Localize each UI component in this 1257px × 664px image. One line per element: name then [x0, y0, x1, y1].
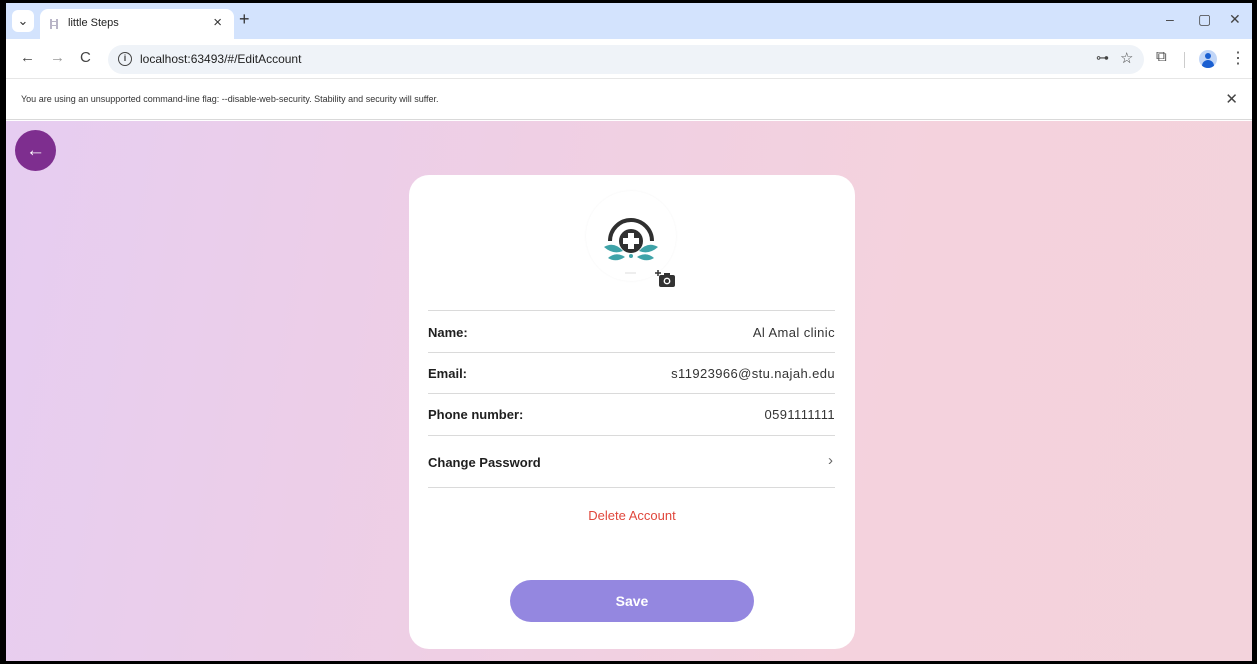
edit-account-card: Name: Al Amal clinic Email: s11923966@st…: [409, 175, 855, 649]
close-window-button[interactable]: ✕: [1229, 11, 1241, 28]
browser-menu-icon[interactable]: ⋮: [1230, 48, 1246, 68]
clinic-logo-icon: [604, 218, 658, 274]
address-bar[interactable]: i localhost:63493/#/EditAccount ⊶ ☆: [108, 45, 1144, 74]
new-tab-button[interactable]: +: [239, 9, 250, 30]
back-nav-icon[interactable]: ←: [20, 49, 35, 66]
divider: [428, 487, 835, 488]
chevron-right-icon[interactable]: ›: [828, 452, 833, 469]
divider: [428, 310, 835, 311]
browser-toolbar: ← → C i localhost:63493/#/EditAccount ⊶ …: [6, 39, 1252, 79]
close-infobar-icon[interactable]: ✕: [1225, 90, 1238, 108]
favicon-icon: [50, 19, 58, 29]
toolbar-divider: [1184, 52, 1185, 68]
infobar-message: You are using an unsupported command-lin…: [21, 94, 439, 104]
extensions-icon[interactable]: ⧉: [1156, 48, 1167, 65]
save-button[interactable]: Save: [510, 580, 754, 622]
restore-button[interactable]: ▢: [1198, 11, 1211, 28]
phone-value[interactable]: 0591111111: [764, 407, 835, 422]
tab-title: little Steps: [68, 17, 119, 29]
bookmark-star-icon[interactable]: ☆: [1120, 49, 1133, 67]
browser-window: ⌄ little Steps × + – ▢ ✕ ← → C i localho…: [6, 3, 1252, 661]
add-photo-icon[interactable]: [655, 269, 677, 289]
password-key-icon[interactable]: ⊶: [1096, 50, 1109, 66]
phone-label: Phone number:: [428, 407, 524, 422]
divider: [428, 393, 835, 394]
profile-avatar-icon[interactable]: [1199, 50, 1217, 68]
forward-nav-icon[interactable]: →: [50, 49, 65, 66]
divider: [428, 435, 835, 436]
reload-icon[interactable]: C: [80, 49, 91, 66]
email-value[interactable]: s11923966@stu.najah.edu: [671, 366, 835, 381]
tab-strip: ⌄ little Steps × + – ▢ ✕: [6, 3, 1252, 39]
divider: [428, 352, 835, 353]
warning-infobar: You are using an unsupported command-lin…: [6, 80, 1252, 120]
chevron-down-icon: ⌄: [17, 13, 29, 28]
arrow-left-icon: ←: [26, 139, 45, 161]
tab-little-steps[interactable]: little Steps ×: [40, 9, 234, 39]
minimize-button[interactable]: –: [1166, 11, 1174, 27]
url-text[interactable]: localhost:63493/#/EditAccount: [140, 52, 301, 66]
tab-search-button[interactable]: ⌄: [12, 10, 34, 32]
name-label: Name:: [428, 325, 468, 340]
email-label: Email:: [428, 366, 468, 381]
delete-account-button[interactable]: Delete Account: [409, 508, 855, 523]
profile-picture[interactable]: [586, 191, 676, 281]
site-info-icon[interactable]: i: [118, 52, 132, 66]
back-button[interactable]: ←: [15, 130, 56, 171]
change-password-button[interactable]: Change Password: [428, 455, 541, 470]
name-value[interactable]: Al Amal clinic: [753, 325, 835, 340]
close-tab-icon[interactable]: ×: [213, 14, 222, 31]
app-viewport: ← Name: Al Amal clinic Email: s11923966@…: [6, 121, 1252, 661]
